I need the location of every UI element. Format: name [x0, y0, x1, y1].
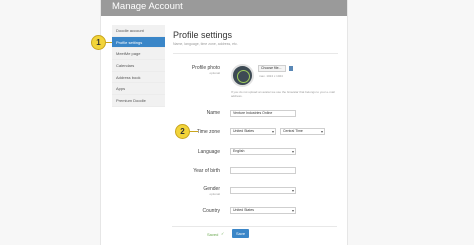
birth-field[interactable] — [230, 167, 296, 174]
photo-size-hint: max. 1024 x 1024 — [259, 74, 283, 78]
sidebar: Doodle account Profile settings MeetMe p… — [112, 25, 165, 107]
callout-1-line — [105, 42, 112, 43]
timezone-label: Time zone — [196, 129, 220, 135]
chevron-down-icon — [292, 189, 294, 192]
callout-1-badge: 1 — [91, 35, 106, 50]
name-field[interactable]: Venture Industries Online — [230, 110, 296, 117]
name-label: Name — [206, 110, 220, 116]
topbar: Manage Account — [101, 0, 347, 16]
sidebar-item-apps[interactable]: Apps — [112, 83, 165, 96]
photo-sublabel: optional — [209, 71, 220, 75]
chevron-down-icon — [292, 150, 294, 153]
gender-sublabel: optional — [209, 192, 220, 196]
timezone-region-value: United States — [233, 129, 255, 133]
check-icon: ✓ — [221, 231, 225, 236]
save-button[interactable]: Save — [232, 229, 249, 238]
chevron-down-icon — [292, 209, 294, 212]
timezone-zone-select[interactable]: Central Time — [280, 128, 325, 135]
chevron-down-icon — [321, 130, 323, 133]
country-value: United States — [233, 208, 255, 212]
timezone-region-select[interactable]: United States — [230, 128, 276, 135]
app-title: Manage Account — [112, 1, 183, 12]
divider — [173, 53, 338, 54]
photo-help-text: If you do not upload an avatar we use th… — [231, 90, 335, 98]
page-title: Profile settings — [173, 30, 233, 40]
birth-label: Year of birth — [193, 168, 220, 174]
sidebar-item-premium-doodle[interactable]: Premium Doodle — [112, 95, 165, 107]
chevron-down-icon — [272, 130, 274, 133]
manage-account-window: Manage Account Doodle account Profile se… — [100, 0, 348, 245]
country-select[interactable]: United States — [230, 207, 296, 214]
sidebar-item-meetme-page[interactable]: MeetMe page — [112, 48, 165, 61]
sidebar-item-doodle-account[interactable]: Doodle account — [112, 25, 165, 37]
choose-file-button[interactable]: Choose file... — [258, 65, 286, 72]
saved-status: Saved — [207, 232, 219, 237]
sidebar-item-profile-settings[interactable]: Profile settings — [112, 36, 165, 49]
page-subtitle: Name, language, time zone, address, etc. — [173, 42, 238, 46]
gender-select[interactable] — [230, 187, 296, 194]
country-label: Country — [202, 208, 220, 214]
footer-divider — [172, 226, 337, 227]
avatar — [231, 64, 254, 87]
trash-icon[interactable] — [289, 66, 293, 71]
language-select[interactable]: English — [230, 148, 296, 155]
language-value: English — [233, 149, 245, 153]
sidebar-item-calendars[interactable]: Calendars — [112, 60, 165, 72]
avatar-check-icon — [237, 70, 250, 83]
sidebar-item-address-book[interactable]: Address book — [112, 71, 165, 84]
language-label: Language — [197, 149, 220, 155]
timezone-zone-value: Central Time — [283, 129, 303, 133]
